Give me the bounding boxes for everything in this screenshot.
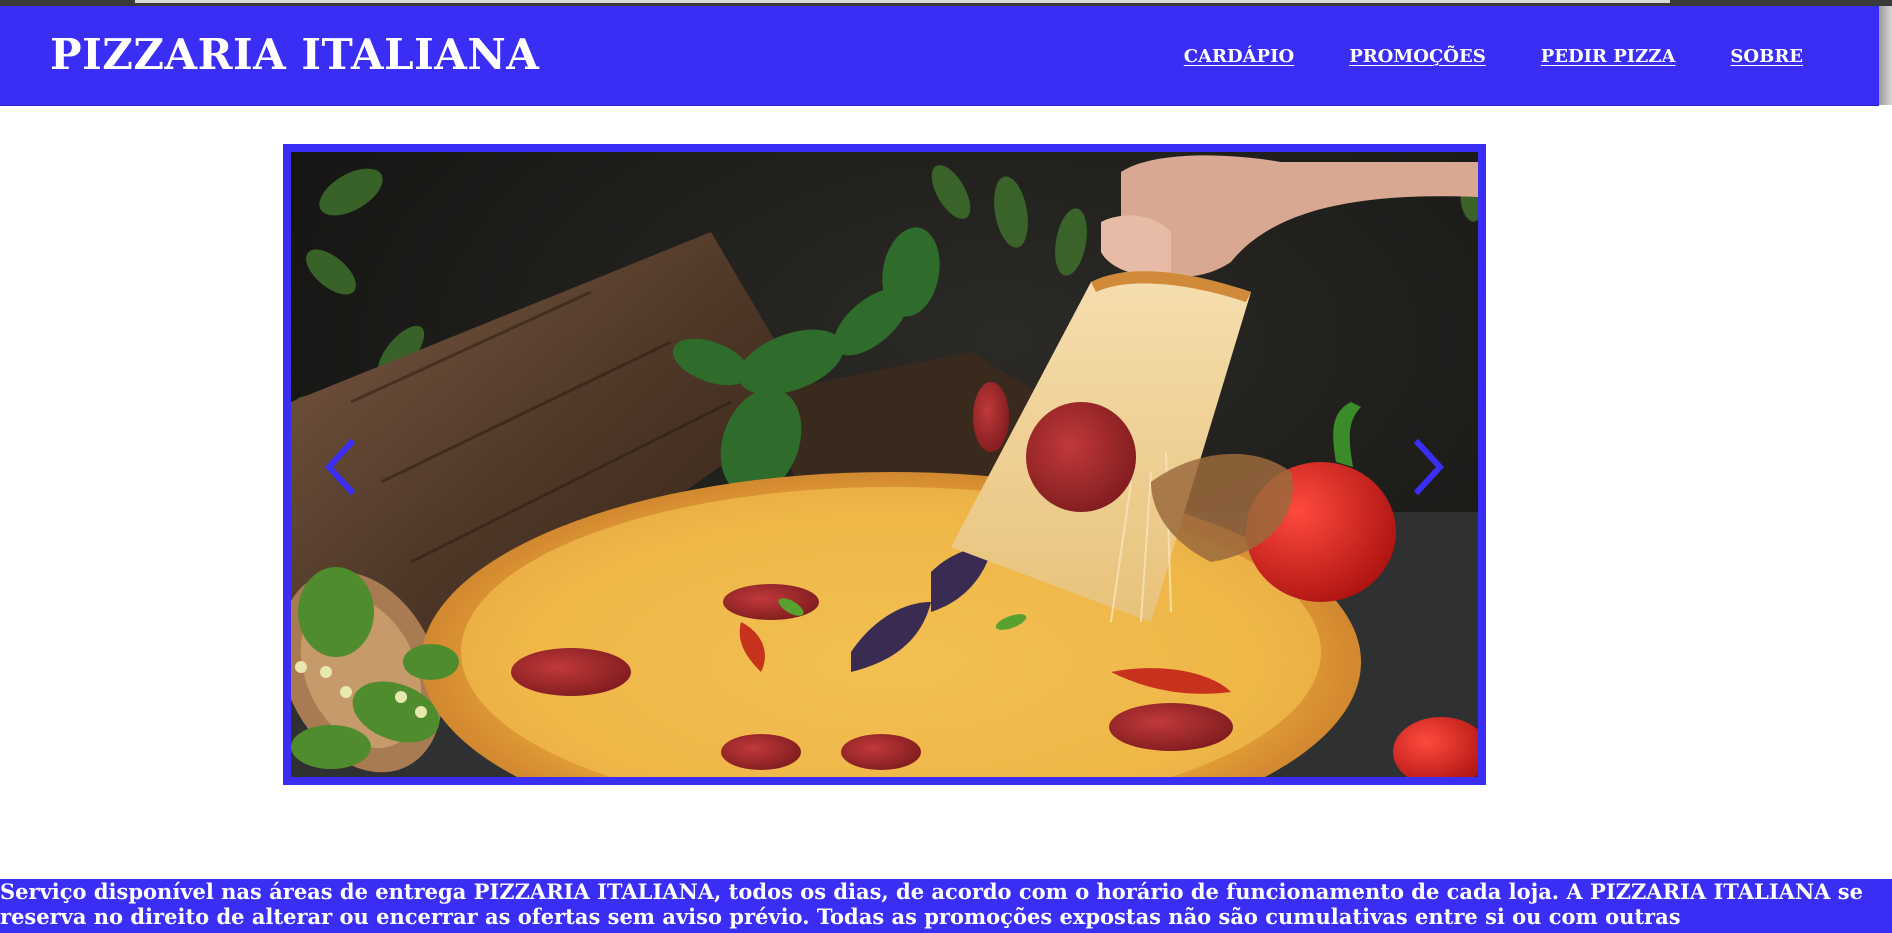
brand-title[interactable]: PIZZARIA ITALIANA [50,30,539,80]
browser-top-highlight [135,0,1670,3]
hero-carousel [283,144,1486,785]
carousel-slide-image [291,152,1478,777]
carousel-next-button[interactable] [1406,437,1450,497]
nav-link-promocoes[interactable]: PROMOÇÕES [1349,46,1486,67]
window-edge-shadow [1879,6,1892,105]
footer-notice: Serviço disponível nas áreas de entrega … [0,879,1892,933]
site-header: PIZZARIA ITALIANA CARDÁPIO PROMOÇÕES PED… [0,6,1879,106]
main-nav: CARDÁPIO PROMOÇÕES PEDIR PIZZA SOBRE [1184,46,1803,67]
nav-link-pedir-pizza[interactable]: PEDIR PIZZA [1541,46,1676,67]
chevron-right-icon [1413,438,1445,496]
footer-notice-text: Serviço disponível nas áreas de entrega … [0,879,1863,929]
nav-link-cardapio[interactable]: CARDÁPIO [1184,46,1294,67]
carousel-prev-button[interactable] [319,437,363,497]
nav-link-sobre[interactable]: SOBRE [1730,46,1803,67]
chevron-left-icon [324,438,356,496]
